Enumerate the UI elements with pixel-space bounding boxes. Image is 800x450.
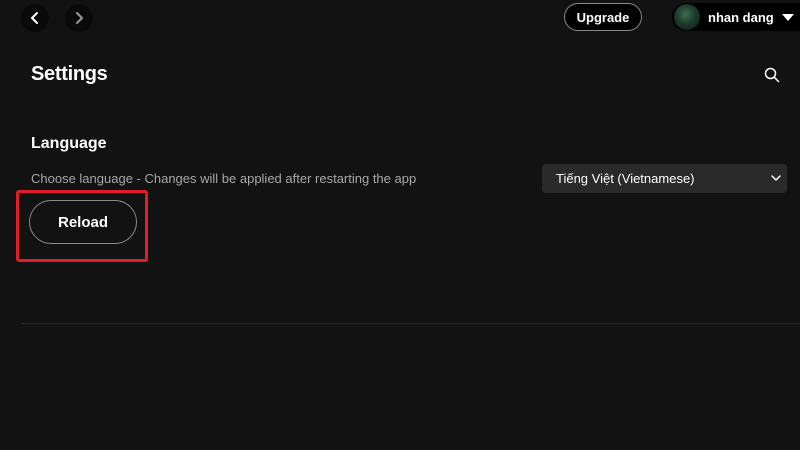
upgrade-button[interactable]: Upgrade — [564, 3, 642, 31]
forward-button[interactable] — [65, 4, 93, 32]
chevron-right-icon — [76, 12, 83, 24]
search-button[interactable] — [762, 65, 782, 85]
user-menu[interactable]: nhan dang — [672, 3, 800, 31]
reload-button[interactable]: Reload — [29, 200, 137, 244]
language-selected-value: Tiếng Việt (Vietnamese) — [556, 171, 695, 186]
settings-page: Upgrade nhan dang Settings Language Choo… — [0, 0, 800, 450]
chevron-left-icon — [31, 12, 38, 24]
search-icon — [764, 67, 780, 83]
language-heading: Language — [31, 135, 107, 152]
language-description: Choose language - Changes will be applie… — [31, 171, 417, 186]
avatar — [674, 4, 700, 30]
back-button[interactable] — [21, 4, 49, 32]
chevron-down-icon — [771, 175, 781, 181]
divider — [21, 323, 800, 324]
page-title: Settings — [31, 63, 108, 85]
language-select[interactable]: Tiếng Việt (Vietnamese) — [542, 164, 787, 193]
user-name: nhan dang — [708, 9, 774, 25]
caret-down-icon — [781, 13, 794, 21]
